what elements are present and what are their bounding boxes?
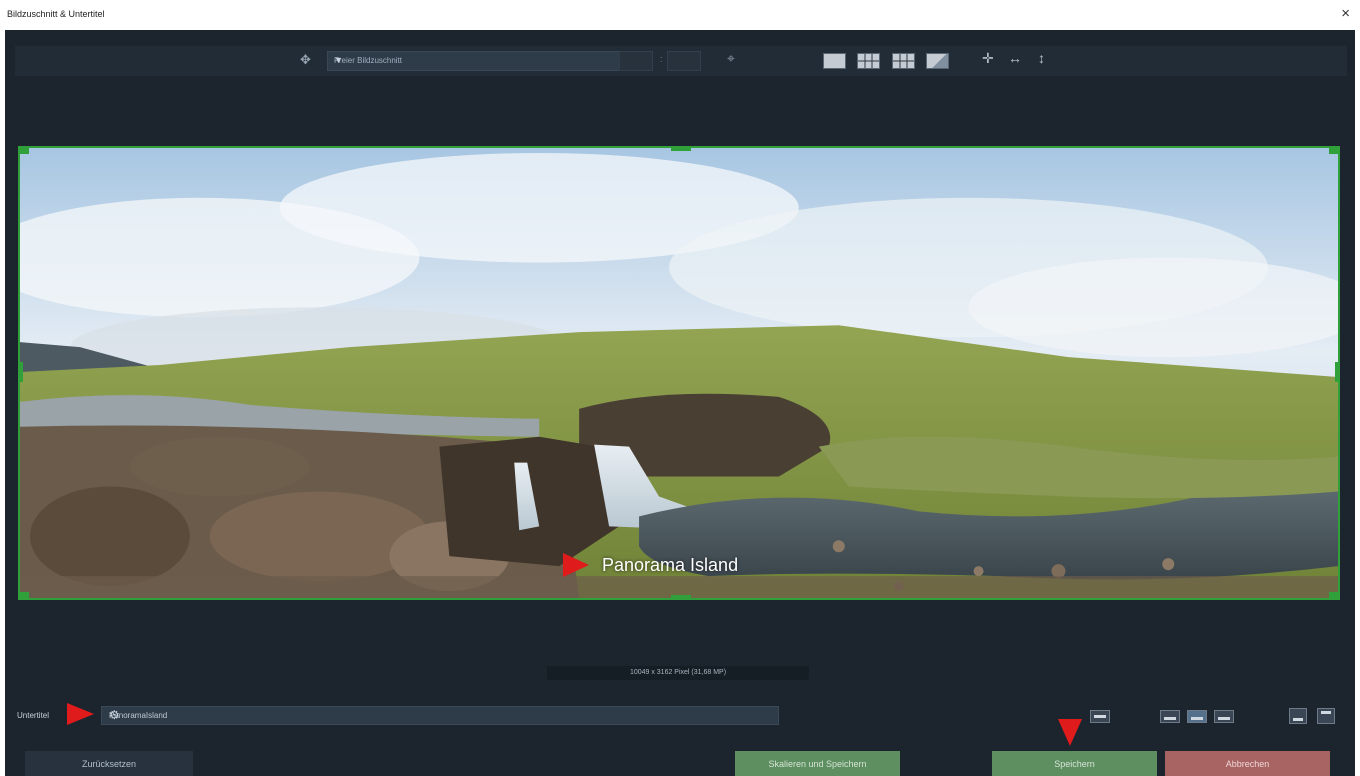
single-grid-icon[interactable] [823,53,846,69]
subtitle-input[interactable]: PanoramaIsland ⚙ [101,706,779,725]
crop-handle-top-right[interactable] [1329,148,1338,154]
scale-and-save-button[interactable]: Skalieren und Speichern [735,751,900,776]
crop-handle-bottom-right[interactable] [1329,592,1338,598]
diagonal-grid-icon[interactable] [926,53,949,69]
position-top-icon[interactable] [1317,708,1335,724]
height-input[interactable] [667,51,701,71]
text-size-small-button[interactable] [1090,710,1110,723]
reset-button[interactable]: Zurücksetzen [25,751,193,776]
align-right-button[interactable] [1214,710,1234,723]
crop-handle-left[interactable] [20,362,23,382]
save-marker-arrow [1058,719,1082,746]
chevron-down-icon: ▼ [334,55,343,65]
gear-icon[interactable]: ⚙ [109,708,773,722]
fine-grid-icon[interactable] [892,53,915,69]
crop-handle-right[interactable] [1335,362,1338,382]
crop-handle-bottom[interactable] [671,595,691,598]
position-bottom-icon[interactable] [1289,708,1307,724]
cancel-button[interactable]: Abbrechen [1165,751,1330,776]
dimension-separator: : [660,54,663,64]
close-icon[interactable]: × [1341,5,1350,22]
subtitle-caption: Panorama Island [602,555,739,575]
align-left-button[interactable] [1160,710,1180,723]
subtitle-label: Untertitel [17,711,50,720]
align-center-button[interactable] [1187,710,1207,723]
thirds-grid-icon[interactable] [857,53,880,69]
crop-toolbar: ✥ Freier Bildzuschnitt ▼ : ⌖ ✛ ↔ ↕ [15,46,1347,76]
width-input[interactable] [619,51,653,71]
panorama-photo [20,148,1338,598]
vertical-fit-icon[interactable]: ↕ [1038,50,1045,66]
crop-handle-top-left[interactable] [20,148,29,154]
title-bar: Bildzuschnitt & Untertitel × [0,0,1360,30]
horizontal-fit-icon[interactable]: ↔ [1008,50,1022,66]
crosshair-icon[interactable]: ✛ [982,50,994,67]
image-info: 10049 x 3162 Pixel (31,68 MP) [547,666,809,680]
aspect-ratio-select[interactable]: Freier Bildzuschnitt ▼ [327,51,623,71]
crop-frame[interactable] [18,146,1340,600]
crop-ratio-icon[interactable]: ✥ [300,52,311,68]
crop-handle-top[interactable] [671,148,691,151]
subtitle-marker-arrow [67,703,94,725]
crop-subtitle-dialog: ✥ Freier Bildzuschnitt ▼ : ⌖ ✛ ↔ ↕ Panor… [5,30,1355,776]
center-target-icon[interactable]: ⌖ [727,50,735,67]
caption-marker-arrow [563,553,589,577]
window-title: Bildzuschnitt & Untertitel [7,9,105,19]
crop-handle-bottom-left[interactable] [20,592,29,598]
save-button[interactable]: Speichern [992,751,1157,776]
